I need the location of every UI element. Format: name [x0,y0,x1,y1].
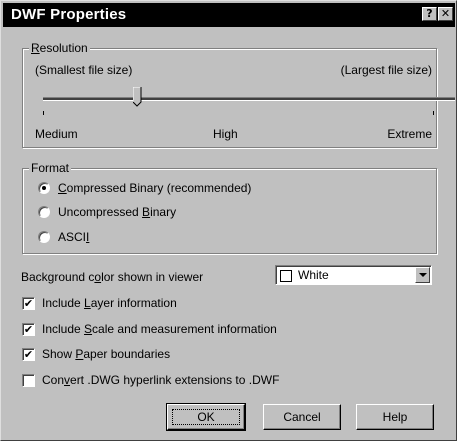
check-convert-hyperlinks-label: Convert .DWG hyperlink extensions to .DW… [42,373,280,387]
help-button[interactable]: Help [356,404,434,430]
resolution-medium-label: Medium [35,127,78,141]
checkbox[interactable] [22,374,35,387]
radio-button[interactable] [38,206,50,218]
close-button[interactable]: ✕ [438,7,453,21]
format-group: Format Compressed Binary (recommended) U… [22,161,437,254]
radio-ascii-label: ASCII [58,230,90,244]
resolution-slider-thumb[interactable] [133,87,142,107]
resolution-high-label: High [213,127,238,141]
background-color-label: Background color shown in viewer [21,270,204,284]
radio-compressed-binary-label: Compressed Binary (recommended) [58,181,252,195]
focus-rectangle [172,409,240,425]
radio-button[interactable] [38,182,50,194]
color-swatch [280,270,292,282]
checkbox[interactable]: ✔ [22,297,35,310]
checkbox[interactable]: ✔ [22,323,35,336]
resolution-legend: Resolution [29,41,90,55]
slider-tick-max [433,111,434,115]
background-color-value: White [298,268,329,282]
checkbox[interactable]: ✔ [22,348,35,361]
window-title: DWF Properties [11,6,127,23]
resolution-slider-track[interactable] [43,97,455,101]
check-include-layer-label: Include Layer information [42,296,177,310]
radio-selected-dot [42,186,46,190]
ok-button[interactable]: OK [166,403,246,431]
smallest-size-label: (Smallest file size) [35,63,133,77]
largest-size-label: (Largest file size) [340,63,432,77]
dwf-properties-dialog: DWF Properties ? ✕ Resolution (Smallest … [0,0,457,441]
dropdown-arrow-icon[interactable] [415,267,430,283]
radio-uncompressed-binary-label: Uncompressed Binary [58,205,177,219]
resolution-group: Resolution (Smallest file size) (Largest… [22,41,455,148]
format-legend: Format [29,161,72,175]
check-include-scale-label: Include Scale and measurement informatio… [42,322,277,336]
check-show-paper-label: Show Paper boundaries [42,347,171,361]
resolution-extreme-label: Extreme [387,127,432,141]
cancel-button[interactable]: Cancel [263,404,341,430]
help-title-button[interactable]: ? [422,7,437,21]
background-color-select[interactable]: White [275,265,432,285]
slider-tick-min [43,111,44,115]
title-bar[interactable]: DWF Properties ? ✕ [3,3,455,27]
radio-button[interactable] [38,231,50,243]
